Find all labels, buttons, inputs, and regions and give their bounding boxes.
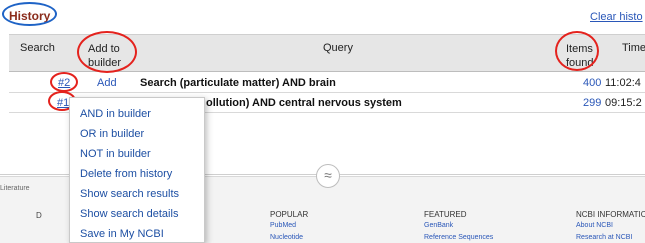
time-text: 11:02:4: [605, 77, 641, 89]
footer-column-heading: FEATURED: [424, 210, 467, 219]
menu-item-show-search-details[interactable]: Show search details: [80, 208, 178, 220]
footer-link[interactable]: GenBank: [424, 222, 453, 229]
clear-history-link[interactable]: Clear histo: [590, 11, 643, 23]
query-text: Search (particulate matter) AND brain: [140, 77, 336, 89]
column-header-query[interactable]: Query: [323, 42, 353, 54]
column-header-search[interactable]: Search: [20, 42, 55, 54]
menu-item-show-search-results[interactable]: Show search results: [80, 188, 179, 200]
menu-item-save-in-my-ncbi[interactable]: Save in My NCBI: [80, 228, 164, 240]
footer-column-heading: NCBI INFORMATIC: [576, 210, 645, 219]
footer-column-heading: D: [36, 211, 42, 220]
add-to-builder-link[interactable]: Add: [97, 77, 117, 89]
menu-item-delete-from-history[interactable]: Delete from history: [80, 168, 172, 180]
footer-link[interactable]: PubMed: [270, 222, 296, 229]
footer-link[interactable]: Nucleotide: [270, 234, 303, 241]
query-text: ollution) AND central nervous system: [206, 97, 402, 109]
menu-item-and-in-builder[interactable]: AND in builder: [80, 108, 151, 120]
column-header-time[interactable]: Time: [622, 42, 645, 54]
add-to-builder-highlight-ring: [77, 31, 137, 73]
footer-link[interactable]: About NCBI: [576, 222, 613, 229]
footer-link[interactable]: Reference Sequences: [424, 234, 493, 241]
items-found-link[interactable]: 400: [583, 77, 601, 89]
collapse-footer-icon[interactable]: ≈: [316, 164, 340, 188]
search-number-highlight-ring: [50, 72, 78, 92]
items-found-highlight-ring: [555, 31, 599, 71]
footer-link[interactable]: Research at NCBI: [576, 234, 632, 241]
time-text: 09:15:2: [605, 97, 642, 109]
footer-literature-label: Literature: [0, 185, 30, 192]
items-found-link[interactable]: 299: [583, 97, 601, 109]
menu-item-not-in-builder[interactable]: NOT in builder: [80, 148, 151, 160]
history-highlight-ring: [2, 2, 57, 26]
menu-item-or-in-builder[interactable]: OR in builder: [80, 128, 144, 140]
footer-column-heading: POPULAR: [270, 210, 309, 219]
